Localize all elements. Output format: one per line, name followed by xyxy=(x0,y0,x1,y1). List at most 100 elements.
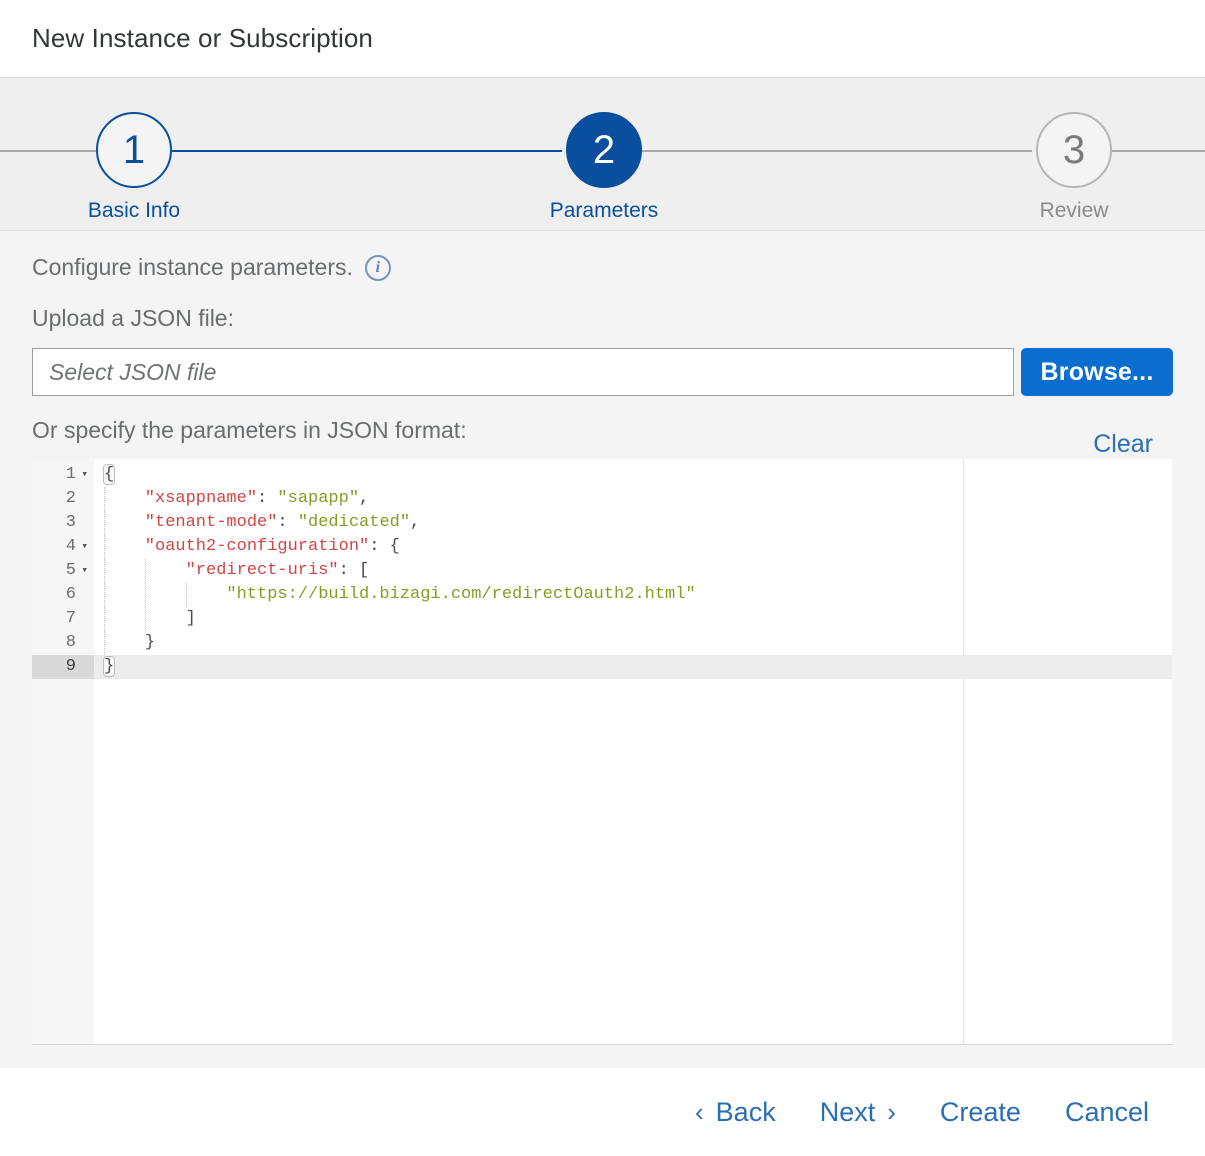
editor-code-text: "xsappname": "sapapp", xyxy=(94,487,369,511)
indent-guide xyxy=(144,583,146,607)
wizard-step-review[interactable]: 3 Review xyxy=(994,112,1154,221)
code-token: : xyxy=(257,489,278,508)
chevron-right-icon: › xyxy=(887,1096,896,1127)
editor-code-line[interactable]: "xsappname": "sapapp", xyxy=(94,487,1173,511)
editor-code-text: "oauth2-configuration": { xyxy=(94,535,400,559)
editor-right-padding xyxy=(1172,459,1173,1044)
editor-code-line[interactable]: } xyxy=(94,655,1173,679)
editor-code-text: "tenant-mode": "dedicated", xyxy=(94,511,420,535)
back-button-label: Back xyxy=(715,1096,776,1127)
code-token: , xyxy=(359,489,370,508)
editor-code-text: { xyxy=(94,463,116,487)
editor-line-number: 6 xyxy=(65,585,76,604)
editor-code-line[interactable]: ] xyxy=(94,607,1173,631)
editor-gutter: 1 ▾ 2 3 4 ▾ 5 ▾ 6 7 8 9 xyxy=(32,459,94,1044)
code-token: } xyxy=(144,633,155,652)
editor-line-number: 7 xyxy=(65,609,76,628)
editor-code-text: "redirect-uris": [ xyxy=(94,559,370,583)
step-1-circle[interactable]: 1 xyxy=(96,112,172,188)
clear-link[interactable]: Clear xyxy=(1093,430,1153,459)
next-button[interactable]: Next › xyxy=(798,1091,918,1134)
step-1-number: 1 xyxy=(122,128,146,172)
wizard-step-basic-info[interactable]: 1 Basic Info xyxy=(54,112,214,221)
code-token: : xyxy=(277,513,298,532)
editor-code-line[interactable]: "redirect-uris": [ xyxy=(94,559,1173,583)
wizard-stepbar: 1 Basic Info 2 Parameters 3 Review xyxy=(0,78,1205,231)
indent-guide xyxy=(144,559,146,583)
editor-line-number: 9 xyxy=(32,655,94,679)
fold-toggle-icon[interactable]: ▾ xyxy=(81,535,88,559)
indent-guide xyxy=(144,607,146,631)
editor-code-line[interactable]: { xyxy=(94,463,1173,487)
step-3-label: Review xyxy=(1039,199,1109,222)
editor-code-text: } xyxy=(94,655,116,679)
code-token: "tenant-mode" xyxy=(144,513,278,532)
dialog-footer: ‹ Back Next › Create Cancel xyxy=(0,1068,1205,1156)
configure-instruction-text: Configure instance parameters. xyxy=(32,253,353,280)
configure-instruction-row: Configure instance parameters. i xyxy=(32,231,1173,283)
cancel-button[interactable]: Cancel xyxy=(1043,1091,1171,1134)
editor-line-number: 2 xyxy=(65,489,76,508)
editor-line-number: 3 xyxy=(65,513,76,532)
upload-row: Select JSON file Browse... xyxy=(32,348,1173,396)
code-token: } xyxy=(102,656,116,677)
code-token: : { xyxy=(369,537,400,556)
dialog-content: Configure instance parameters. i Upload … xyxy=(0,231,1205,1068)
editor-code-line[interactable]: "tenant-mode": "dedicated", xyxy=(94,511,1173,535)
indent-guide xyxy=(104,559,105,583)
code-token: "https://build.bizagi.com/redirectOauth2… xyxy=(226,585,696,604)
code-token: { xyxy=(102,464,116,485)
step-2-label: Parameters xyxy=(549,199,659,222)
code-token: "redirect-uris" xyxy=(185,561,339,580)
step-segment-1-2 xyxy=(172,150,562,152)
json-format-label: Or specify the parameters in JSON format… xyxy=(32,417,467,443)
indent-guide xyxy=(104,607,105,631)
step-segment-2-3 xyxy=(642,150,1032,152)
code-token: "sapapp" xyxy=(277,489,360,508)
editor-code-line[interactable]: } xyxy=(94,631,1173,655)
editor-code-line[interactable]: "oauth2-configuration": { xyxy=(94,535,1173,559)
editor-line-number: 4 ▾ xyxy=(32,535,94,559)
code-token: "xsappname" xyxy=(144,489,258,508)
dialog-titlebar: New Instance or Subscription xyxy=(0,0,1205,78)
indent-guide xyxy=(185,583,187,607)
indent-guide xyxy=(104,631,105,655)
editor-line-number: 1 ▾ xyxy=(32,463,94,487)
code-token: ] xyxy=(185,609,196,628)
editor-code-area[interactable]: {"xsappname": "sapapp", "tenant-mode": "d… xyxy=(94,459,1173,1044)
editor-code-line[interactable]: "https://build.bizagi.com/redirectOauth2… xyxy=(94,583,1173,607)
code-token: "oauth2-configuration" xyxy=(144,537,370,556)
editor-line-number: 8 xyxy=(65,633,76,652)
new-instance-dialog: New Instance or Subscription 1 Basic Inf… xyxy=(0,0,1205,1156)
dialog-title: New Instance or Subscription xyxy=(32,23,373,53)
wizard-step-parameters[interactable]: 2 Parameters xyxy=(524,112,684,221)
step-2-circle[interactable]: 2 xyxy=(566,112,642,188)
browse-button[interactable]: Browse... xyxy=(1021,348,1173,396)
editor-code-text: "https://build.bizagi.com/redirectOauth2… xyxy=(94,583,696,607)
chevron-left-icon: ‹ xyxy=(695,1096,704,1127)
code-token: "dedicated" xyxy=(297,513,411,532)
editor-line-numbers: 1 ▾ 2 3 4 ▾ 5 ▾ 6 7 8 9 xyxy=(32,459,94,679)
step-1-label: Basic Info xyxy=(87,199,181,222)
indent-guide xyxy=(104,487,105,511)
step-2-number: 2 xyxy=(592,128,616,172)
editor-line-number: 5 ▾ xyxy=(32,559,94,583)
back-button[interactable]: ‹ Back xyxy=(673,1091,798,1134)
fold-toggle-icon[interactable]: ▾ xyxy=(81,559,88,583)
indent-guide xyxy=(104,583,105,607)
indent-guide xyxy=(104,535,105,559)
code-token: : [ xyxy=(338,561,370,580)
step-3-number: 3 xyxy=(1062,128,1086,172)
next-button-label: Next xyxy=(819,1096,876,1127)
info-icon[interactable]: i xyxy=(364,255,391,281)
file-path-input[interactable]: Select JSON file xyxy=(32,348,1014,396)
create-button[interactable]: Create xyxy=(918,1091,1043,1134)
json-section-header: Or specify the parameters in JSON format… xyxy=(32,416,1173,458)
step-3-circle[interactable]: 3 xyxy=(1036,112,1112,188)
upload-json-label: Upload a JSON file: xyxy=(32,305,234,331)
json-code-editor[interactable]: 1 ▾ 2 3 4 ▾ 5 ▾ 6 7 8 9 {"xsappname": "sapapp", "ten… xyxy=(32,459,1173,1045)
indent-guide xyxy=(104,511,105,535)
code-token: , xyxy=(410,513,421,532)
fold-toggle-icon[interactable]: ▾ xyxy=(81,463,88,487)
editor-code-lines[interactable]: {"xsappname": "sapapp", "tenant-mode": "d… xyxy=(94,459,1173,679)
